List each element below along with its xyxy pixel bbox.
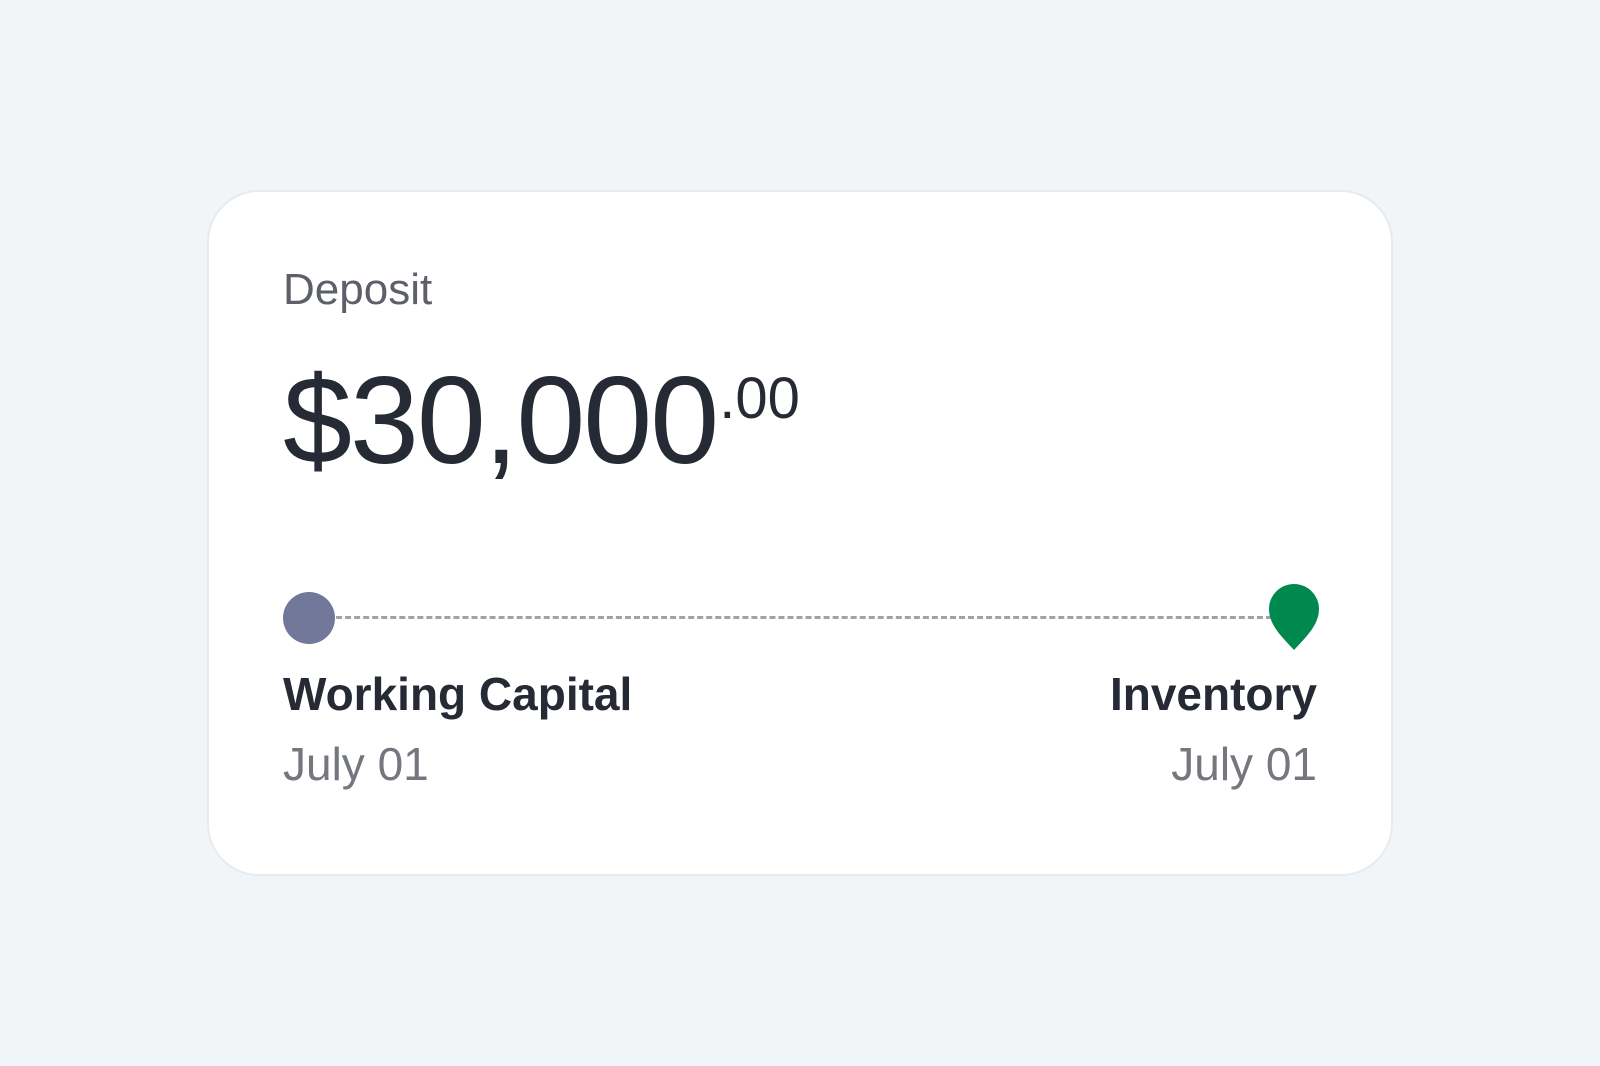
deposit-amount: $30,000 . 00 xyxy=(283,350,800,492)
deposit-card: Deposit $30,000 . 00 Working Capital Jul… xyxy=(207,190,1393,876)
source-title: Working Capital xyxy=(283,668,633,720)
amount-cents: 00 xyxy=(735,366,800,431)
deposit-label: Deposit xyxy=(283,265,433,314)
start-dot-icon xyxy=(283,592,335,644)
transfer-track xyxy=(283,583,1321,660)
source-date: July 01 xyxy=(283,738,429,790)
destination-account: Inventory July 01 xyxy=(1110,666,1317,792)
destination-title: Inventory xyxy=(1109,668,1317,720)
amount-main: $30,000 xyxy=(283,352,719,490)
source-account: Working Capital July 01 xyxy=(283,666,632,792)
location-pin-icon xyxy=(1269,583,1319,650)
amount-decimal-point: . xyxy=(719,366,736,431)
dashed-connector xyxy=(309,616,1281,619)
destination-date: July 01 xyxy=(1171,738,1317,790)
